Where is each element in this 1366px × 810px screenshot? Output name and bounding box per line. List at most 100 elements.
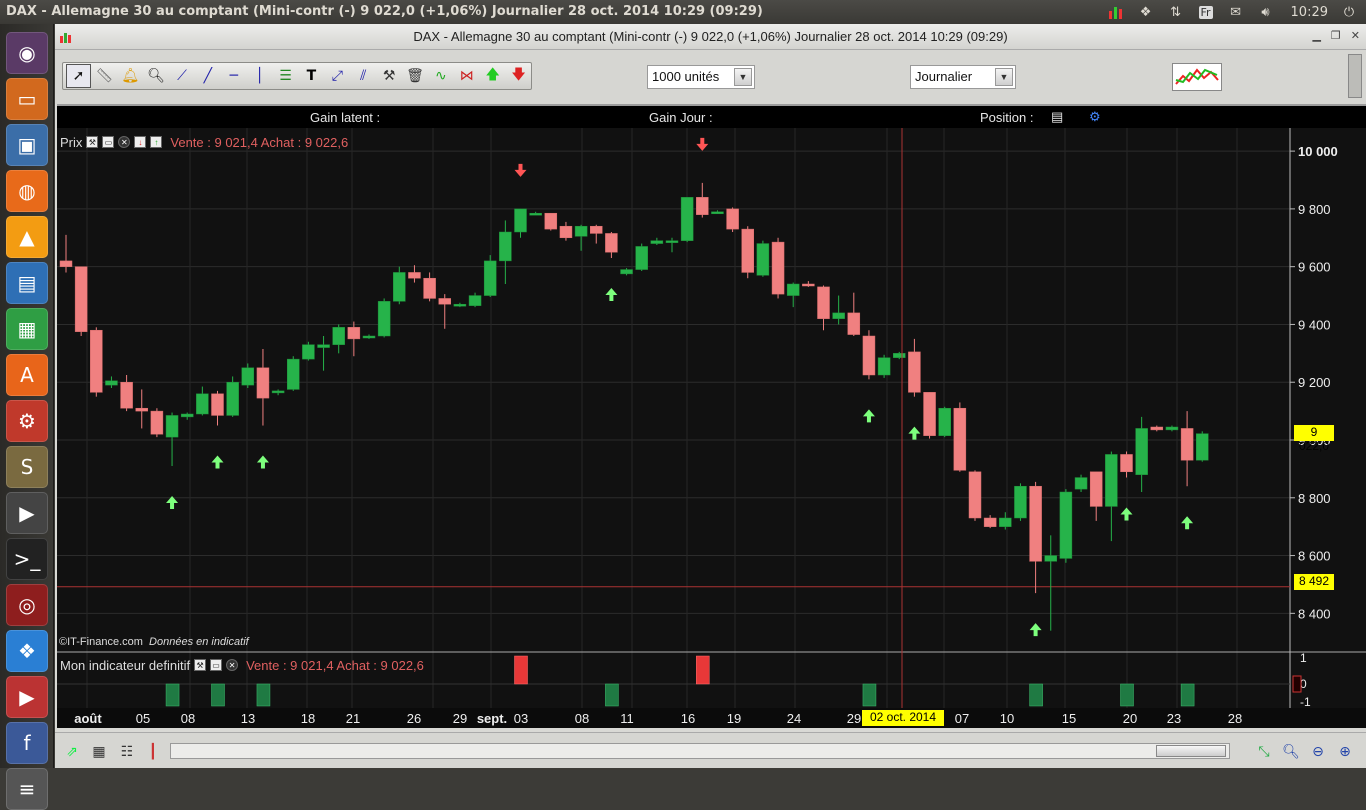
software-center-icon[interactable]: A: [6, 354, 48, 396]
indicator-bar-up: [256, 683, 271, 707]
candles-icon[interactable]: ┃: [144, 743, 162, 761]
chart-style-button[interactable]: [1172, 63, 1222, 91]
close-icon[interactable]: ✕: [226, 659, 239, 671]
move-down-icon[interactable]: ↓: [134, 136, 147, 148]
candle-body: [332, 327, 345, 345]
candle-body: [302, 344, 315, 360]
zoom-area-icon[interactable]: 🔍︎: [1282, 743, 1300, 761]
units-select[interactable]: 1000 unités ▼: [647, 65, 755, 89]
media-icon[interactable]: ▶: [6, 492, 48, 534]
vlc-icon[interactable]: ▲: [6, 216, 48, 258]
chart-plot[interactable]: 10 0009 8009 6009 4009 2009 0008 8008 60…: [57, 128, 1366, 708]
candle-body: [377, 301, 391, 337]
clock[interactable]: 10:29: [1291, 5, 1328, 20]
buy-arrow-icon[interactable]: 🡅: [480, 64, 505, 88]
fibonacci-icon[interactable]: ☰: [273, 64, 298, 88]
move-up-icon[interactable]: ↑: [150, 136, 163, 148]
candle-body: [938, 407, 951, 436]
keyboard-fr-icon[interactable]: Fr: [1197, 3, 1215, 21]
indicator-panel-label: Mon indicateur definitif: [60, 657, 191, 673]
ruler-tool-icon[interactable]: 📏︎: [92, 64, 117, 88]
wave-tool-icon[interactable]: ∿: [428, 64, 453, 88]
segment-tool-icon[interactable]: ⟋: [170, 64, 195, 88]
restore-icon[interactable]: ❐: [1331, 29, 1341, 42]
gain-jour-label: Gain Jour :: [649, 110, 713, 125]
horizontal-scrollbar[interactable]: [170, 743, 1230, 759]
mail-icon[interactable]: ✉: [1227, 3, 1245, 21]
time-tick-label: 29: [847, 711, 861, 726]
triangle-tool-icon[interactable]: ⋈: [454, 64, 479, 88]
screenshot-icon[interactable]: ▣: [6, 124, 48, 166]
s-app-icon[interactable]: S: [6, 446, 48, 488]
position-doc-icon[interactable]: ▤: [1051, 109, 1063, 125]
trash-icon[interactable]: 🗑︎: [403, 64, 428, 88]
firefox-icon[interactable]: ◍: [6, 170, 48, 212]
time-tick-label: 20: [1123, 711, 1137, 726]
parallel-tool-icon[interactable]: ⫽: [351, 64, 376, 88]
zoom-out-icon[interactable]: ⊖: [1309, 743, 1327, 761]
facebook-icon[interactable]: f: [6, 722, 48, 764]
ubuntu-icon[interactable]: ◉: [6, 32, 48, 74]
candle-body: [756, 243, 770, 276]
network-icon[interactable]: ⇅: [1167, 3, 1185, 21]
zoom-fit-icon[interactable]: ⤡: [1255, 743, 1273, 761]
chart-icon[interactable]: [1107, 3, 1125, 21]
writer-icon[interactable]: ▤: [6, 262, 48, 304]
sell-arrow-icon[interactable]: 🡇: [506, 64, 531, 88]
chart-toolbar: ➚ 📏︎ 🔔︎ 🔍︎ ⟋ ╱ ─ │ ☰ T ⤢ ⫽ ⚒ 🗑︎ ∿ ⋈ 🡅 🡇 …: [55, 50, 1366, 104]
volume-icon[interactable]: 🔊︎: [1257, 3, 1275, 21]
candle-body: [574, 225, 588, 237]
pointer-tool-icon[interactable]: ➚: [66, 64, 91, 88]
candle-body: [150, 410, 164, 435]
indicator-bar-down: [696, 655, 710, 685]
files-icon[interactable]: ▭: [6, 78, 48, 120]
wrench-icon[interactable]: ⚒: [86, 136, 99, 148]
horizontal-line-icon[interactable]: ─: [221, 64, 246, 88]
window-icon[interactable]: ▭: [102, 136, 115, 148]
candle-body: [711, 211, 724, 215]
candle-body: [135, 407, 148, 412]
window-title: DAX - Allemagne 30 au comptant (Mini-con…: [413, 29, 1008, 44]
indicator-bar-up: [1180, 683, 1195, 707]
position-settings-icon[interactable]: ⚙: [1089, 109, 1101, 125]
zoom-icon[interactable]: 🔍︎: [144, 64, 169, 88]
time-tick-label: 13: [241, 711, 255, 726]
y-tick-label: 9 200: [1298, 375, 1331, 390]
window-icon[interactable]: ▭: [210, 659, 223, 671]
text-tool-icon[interactable]: T: [299, 64, 324, 88]
candle-body: [211, 393, 224, 416]
close-icon[interactable]: ✕: [1351, 29, 1360, 42]
layout-icon[interactable]: ☷: [118, 743, 136, 761]
candle-body: [514, 208, 527, 233]
export-icon[interactable]: ⇗: [63, 743, 81, 761]
grid-icon[interactable]: ▦: [90, 743, 108, 761]
dvd-icon[interactable]: ◎: [6, 584, 48, 626]
settings-icon[interactable]: ⚙: [6, 400, 48, 442]
power-icon[interactable]: ⏻: [1340, 3, 1358, 21]
scrollbar-thumb[interactable]: [1156, 745, 1226, 757]
minimize-icon[interactable]: ▁: [1312, 29, 1320, 42]
line-tool-icon[interactable]: ╱: [195, 64, 220, 88]
stack-icon[interactable]: ≡: [6, 768, 48, 810]
channel-tool-icon[interactable]: ⤢: [325, 64, 350, 88]
close-icon[interactable]: ✕: [118, 136, 131, 148]
candle-body: [620, 269, 633, 275]
terminal-icon[interactable]: >_: [6, 538, 48, 580]
tools-icon[interactable]: ⚒: [377, 64, 402, 88]
time-tick-label: 08: [181, 711, 195, 726]
candle-body: [680, 197, 694, 241]
vertical-line-icon[interactable]: │: [247, 64, 272, 88]
candle-body: [771, 241, 785, 295]
period-select[interactable]: Journalier ▼: [910, 65, 1016, 89]
dropbox-icon[interactable]: ❖: [6, 630, 48, 672]
youtube-icon[interactable]: ▶: [6, 676, 48, 718]
candle-body: [923, 392, 936, 436]
toolbar-scroll[interactable]: [1348, 54, 1362, 98]
calc-icon[interactable]: ▦: [6, 308, 48, 350]
wrench-icon[interactable]: ⚒: [194, 659, 207, 671]
dropbox-icon[interactable]: ❖: [1137, 3, 1155, 21]
alert-bell-icon[interactable]: 🔔︎: [118, 64, 143, 88]
candle-body: [877, 357, 891, 376]
zoom-in-icon[interactable]: ⊕: [1336, 743, 1354, 761]
candle-body: [590, 225, 603, 234]
